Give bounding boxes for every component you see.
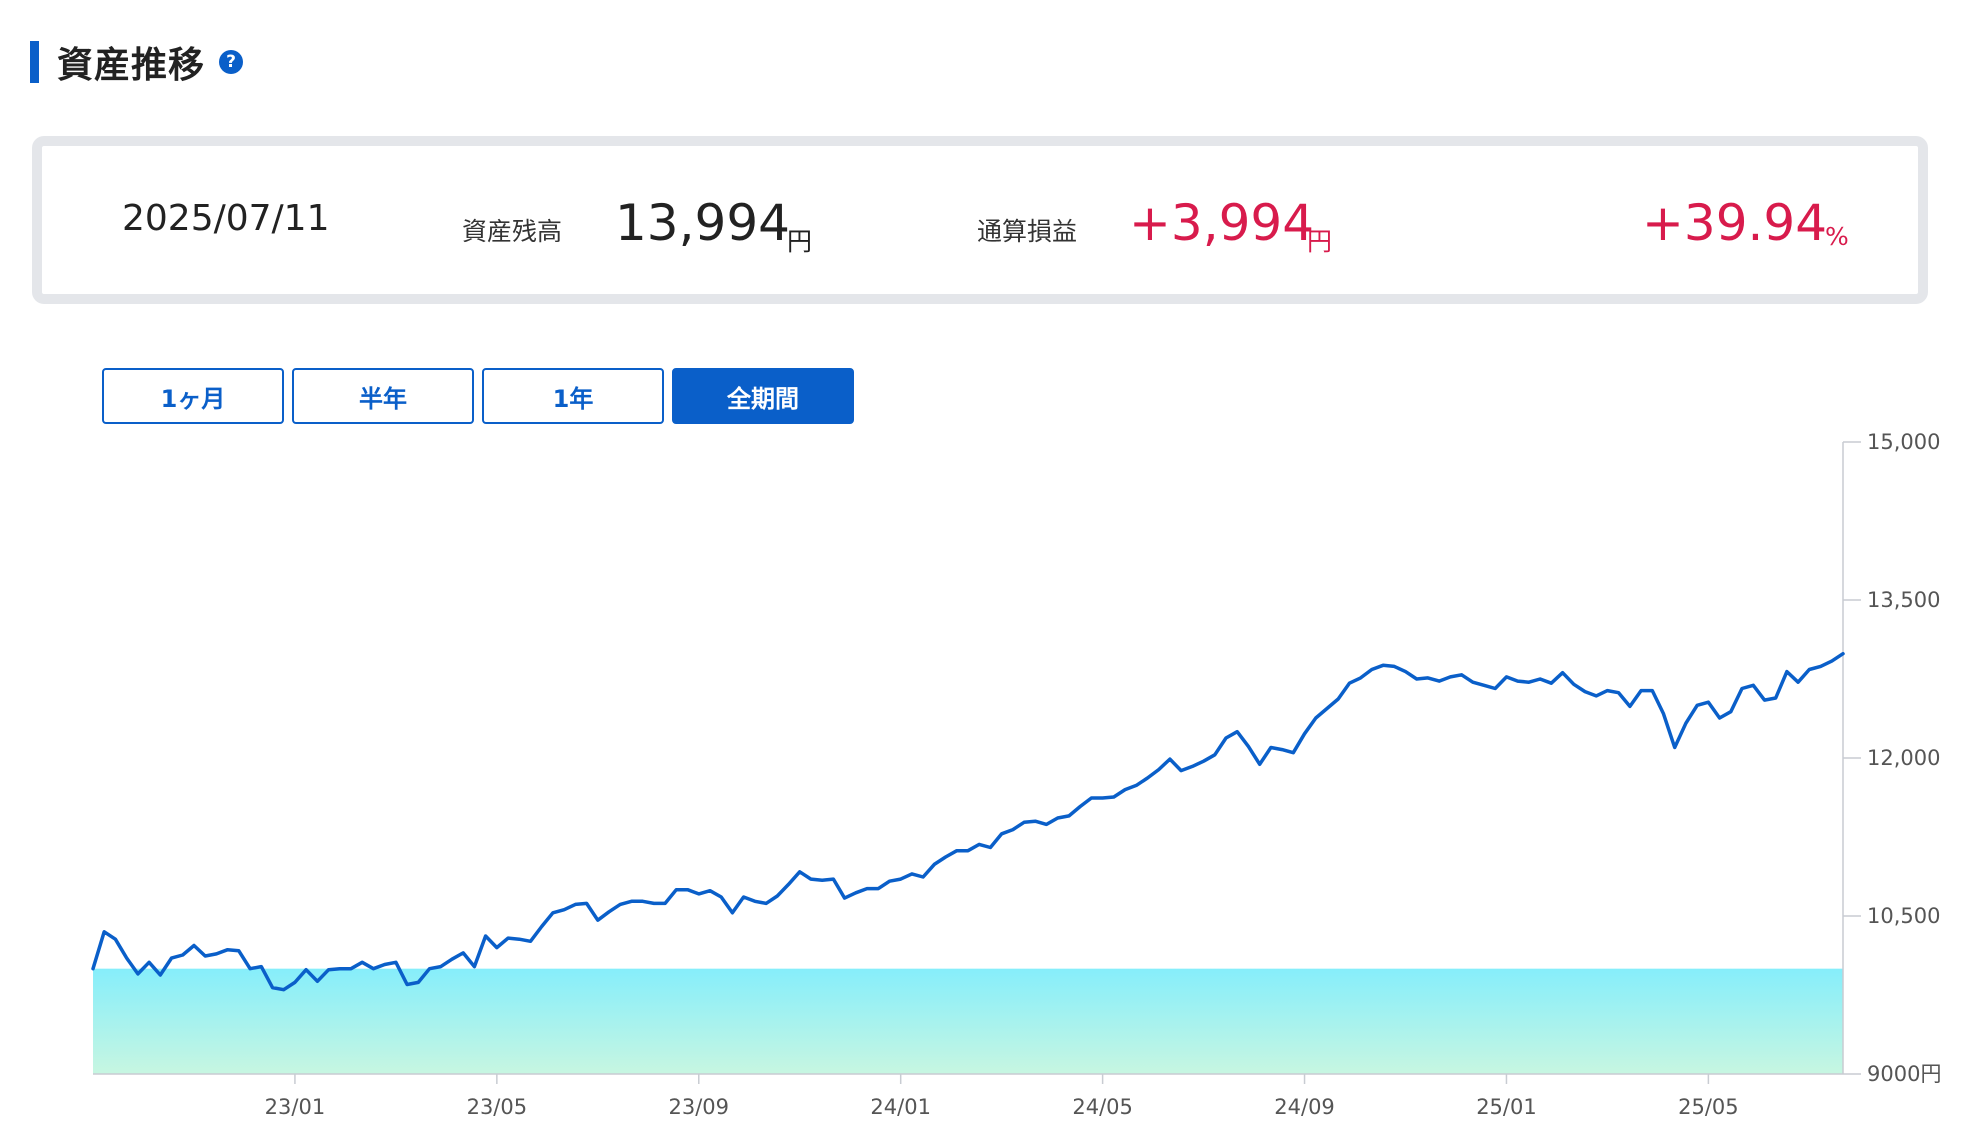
x-tick-label: 23/01: [265, 1095, 326, 1119]
y-tick-label: 15,000: [1867, 430, 1940, 454]
y-tick-label: 12,000: [1867, 746, 1940, 770]
balance-value: 13,994: [615, 194, 790, 252]
y-tick-label: 13,500: [1867, 588, 1940, 612]
profit-loss-value: +3,994: [1129, 194, 1315, 252]
balance-label: 資産残高: [462, 217, 563, 246]
help-icon[interactable]: ?: [219, 50, 244, 74]
x-tick-label: 23/05: [467, 1095, 528, 1119]
x-tick-label: 25/05: [1678, 1095, 1739, 1119]
profit-loss-label: 通算損益: [977, 217, 1078, 246]
balance-unit: 円: [787, 227, 813, 256]
x-tick-label: 24/01: [870, 1095, 931, 1119]
summary-card: 2025/07/11 資産残高 13,994 円 通算損益 +3,994 円 +…: [32, 136, 1928, 304]
baseline-area: [93, 968, 1843, 1074]
percent-unit: %: [1825, 222, 1849, 251]
period-button-1-year[interactable]: 1年: [482, 368, 664, 424]
section-title: 資産推移: [57, 45, 206, 86]
y-tick-label: 9000円: [1867, 1062, 1941, 1086]
x-tick-label: 24/09: [1274, 1095, 1335, 1119]
asset-chart: 15,000 13,500 12,000 10,500 9000円 23/01 23/05 2…: [0, 420, 1965, 1140]
period-selector: 1ヶ月 半年 1年 全期間: [102, 368, 854, 424]
profit-loss-percent: +39.94: [1642, 194, 1828, 252]
period-button-all[interactable]: 全期間: [672, 368, 854, 424]
x-tick-label: 25/01: [1476, 1095, 1537, 1119]
x-tick-label: 23/09: [669, 1095, 730, 1119]
section-accent-bar: [30, 41, 39, 83]
profit-loss-unit: 円: [1307, 227, 1333, 256]
period-button-half-year[interactable]: 半年: [292, 368, 474, 424]
asset-chart-svg: 15,000 13,500 12,000 10,500 9000円 23/01 23/05 2…: [91, 430, 1941, 1119]
period-button-1-month[interactable]: 1ヶ月: [102, 368, 284, 424]
section-header: 資産推移 ?: [30, 38, 244, 86]
y-tick-label: 10,500: [1867, 904, 1940, 928]
asset-series-line: [91, 651, 1845, 992]
summary-date: 2025/07/11: [122, 198, 330, 239]
x-tick-label: 24/05: [1072, 1095, 1133, 1119]
